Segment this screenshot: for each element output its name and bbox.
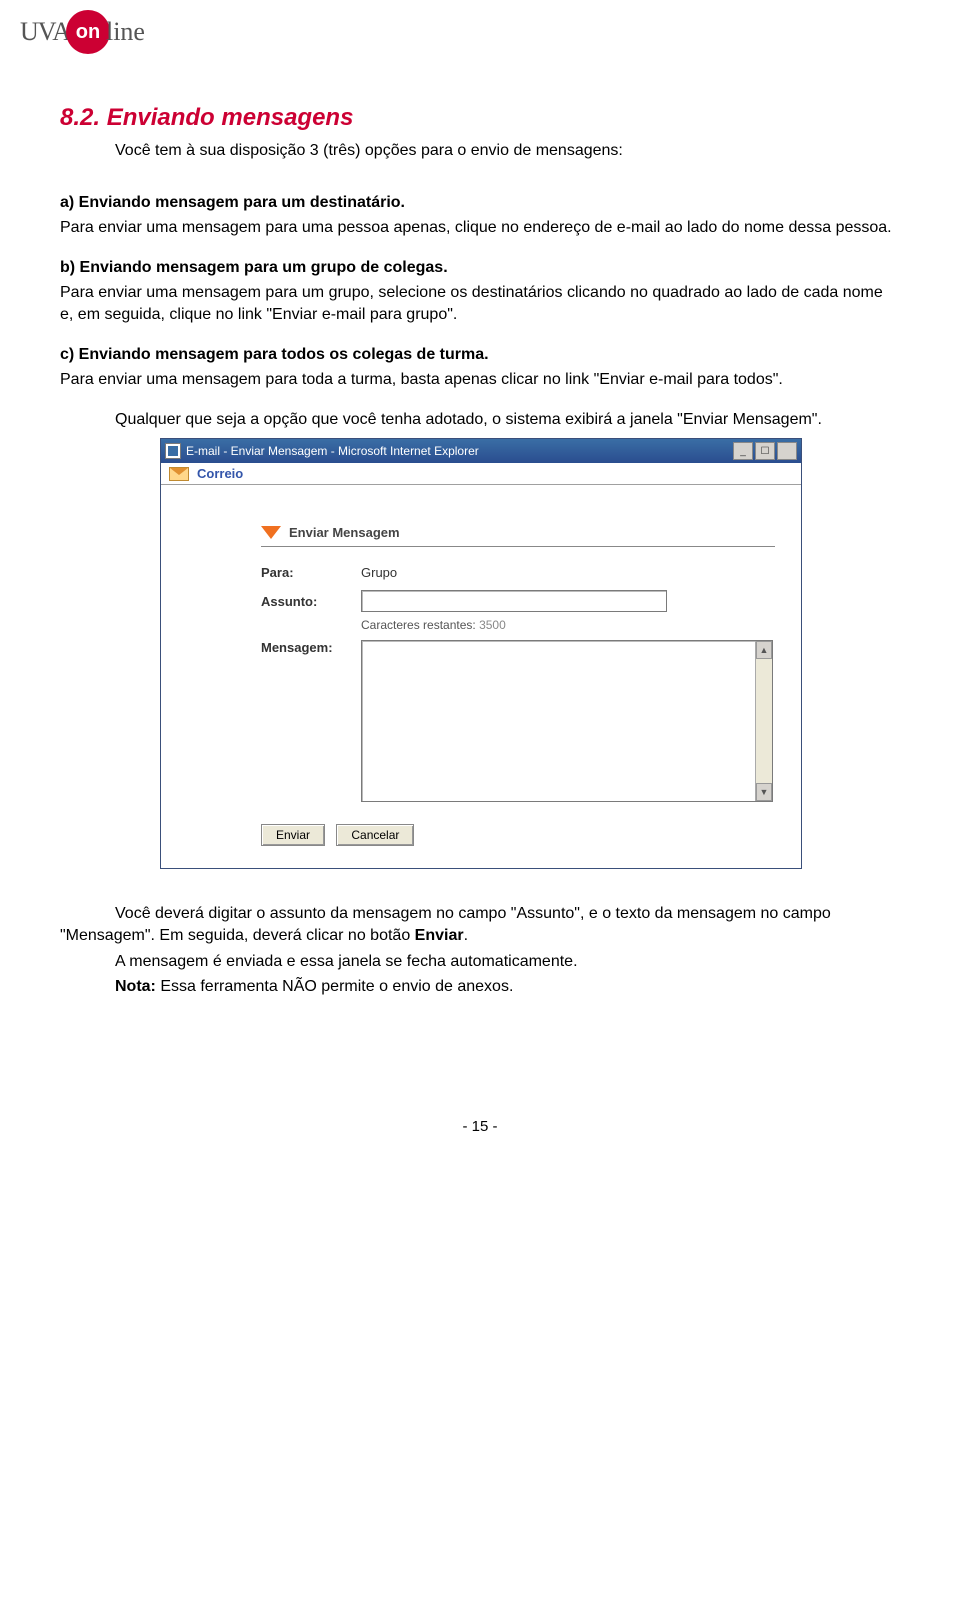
note-line: Nota: Essa ferramenta NÃO permite o envi… bbox=[115, 976, 900, 998]
mensagem-textarea[interactable]: ▲ ▼ bbox=[361, 640, 773, 802]
para-value: Grupo bbox=[361, 565, 397, 580]
mail-icon bbox=[169, 467, 189, 481]
page-number: - 15 - bbox=[60, 1118, 900, 1135]
enviar-button[interactable]: Enviar bbox=[261, 824, 325, 846]
assunto-label: Assunto: bbox=[261, 594, 361, 609]
item-c-heading: c) Enviando mensagem para todos os coleg… bbox=[60, 344, 900, 366]
item-c-body: Para enviar uma mensagem para toda a tur… bbox=[60, 369, 900, 391]
after-text-2: A mensagem é enviada e essa janela se fe… bbox=[115, 951, 900, 973]
mensagem-row: Mensagem: ▲ ▼ bbox=[261, 640, 775, 802]
correio-label: Correio bbox=[197, 466, 243, 481]
maximize-button[interactable]: ☐ bbox=[755, 442, 775, 460]
button-row: Enviar Cancelar bbox=[261, 824, 775, 846]
mensagem-label: Mensagem: bbox=[261, 640, 361, 655]
after1-part-b: Enviar bbox=[415, 927, 464, 944]
logo-line-text: line bbox=[106, 17, 145, 47]
item-a-body: Para enviar uma mensagem para uma pessoa… bbox=[60, 217, 900, 239]
brand-logo: UVA on line bbox=[20, 10, 900, 54]
after1-part-c: . bbox=[464, 927, 468, 944]
triangle-down-icon bbox=[261, 526, 281, 539]
form-heading: Enviar Mensagem bbox=[261, 525, 775, 540]
chars-remaining: Caracteres restantes: 3500 bbox=[361, 618, 775, 632]
assunto-input[interactable] bbox=[361, 590, 667, 612]
after-text-1: Você deverá digitar o assunto da mensage… bbox=[60, 903, 900, 946]
section-intro: Você tem à sua disposição 3 (três) opçõe… bbox=[115, 140, 900, 162]
ie-window: E-mail - Enviar Mensagem - Microsoft Int… bbox=[160, 438, 802, 869]
chars-value: 3500 bbox=[479, 618, 506, 632]
ie-titlebar: E-mail - Enviar Mensagem - Microsoft Int… bbox=[161, 439, 801, 463]
divider bbox=[261, 546, 775, 547]
note-body: Essa ferramenta NÃO permite o envio de a… bbox=[156, 978, 514, 995]
correio-bar: Correio bbox=[161, 463, 801, 485]
minimize-button[interactable]: _ bbox=[733, 442, 753, 460]
chars-label: Caracteres restantes: bbox=[361, 618, 476, 632]
any-option-text: Qualquer que seja a opção que você tenha… bbox=[60, 409, 900, 431]
ie-window-title: E-mail - Enviar Mensagem - Microsoft Int… bbox=[186, 444, 728, 458]
close-button[interactable] bbox=[777, 442, 797, 460]
textarea-scrollbar[interactable]: ▲ ▼ bbox=[755, 641, 772, 801]
form-title: Enviar Mensagem bbox=[289, 525, 400, 540]
assunto-row: Assunto: bbox=[261, 590, 775, 612]
item-b-body: Para enviar uma mensagem para um grupo, … bbox=[60, 282, 900, 325]
logo-uva-text: UVA bbox=[20, 17, 70, 47]
item-a-heading: a) Enviando mensagem para um destinatári… bbox=[60, 192, 900, 214]
para-row: Para: Grupo bbox=[261, 565, 775, 580]
cancelar-button[interactable]: Cancelar bbox=[336, 824, 414, 846]
logo-on-text: on bbox=[76, 21, 100, 44]
ie-app-icon bbox=[165, 443, 181, 459]
scroll-up-button[interactable]: ▲ bbox=[756, 641, 772, 659]
section-title: 8.2. Enviando mensagens bbox=[60, 104, 900, 132]
para-label: Para: bbox=[261, 565, 361, 580]
item-b-heading: b) Enviando mensagem para um grupo de co… bbox=[60, 257, 900, 279]
send-message-form: Enviar Mensagem Para: Grupo Assunto: Car… bbox=[161, 485, 801, 868]
logo-circle: on bbox=[66, 10, 110, 54]
scroll-down-button[interactable]: ▼ bbox=[756, 783, 772, 801]
window-control-buttons: _ ☐ bbox=[733, 442, 797, 460]
note-label: Nota: bbox=[115, 978, 156, 995]
